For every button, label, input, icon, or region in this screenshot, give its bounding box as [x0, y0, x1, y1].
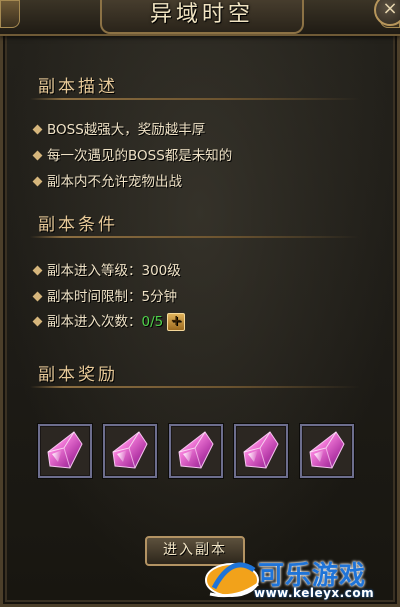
- pink-crystal-icon: [47, 431, 83, 469]
- close-icon: ×: [382, 0, 398, 19]
- condition-time-text: 副本时间限制：5分钟: [47, 289, 178, 305]
- description-item: BOSS越强大，奖励越丰厚: [32, 118, 206, 138]
- description-item: 副本内不允许宠物出战: [32, 170, 182, 190]
- reward-slot[interactable]: [103, 424, 157, 478]
- description-divider: [30, 98, 360, 100]
- add-entries-button[interactable]: +: [167, 313, 186, 331]
- condition-time: 副本时间限制：5分钟: [32, 285, 178, 305]
- rewards-divider: [30, 386, 360, 388]
- watermark-url: www.keleyx.com: [254, 586, 375, 600]
- bullet-icon: [32, 176, 43, 186]
- description-text: 每一次遇见的BOSS都是未知的: [47, 148, 233, 164]
- condition-level-text: 副本进入等级：300级: [47, 263, 181, 279]
- bullet-icon: [32, 291, 43, 301]
- description-text: BOSS越强大，奖励越丰厚: [47, 122, 206, 138]
- description-item: 每一次遇见的BOSS都是未知的: [32, 144, 233, 164]
- pink-crystal-icon: [112, 431, 148, 469]
- bullet-icon: [32, 316, 43, 326]
- reward-slots: [38, 424, 358, 480]
- plus-icon: +: [170, 313, 183, 329]
- reward-slot[interactable]: [234, 424, 288, 478]
- entries-count: 0/5: [141, 314, 164, 330]
- reward-slot[interactable]: [169, 424, 223, 478]
- pink-crystal-icon: [243, 431, 279, 469]
- reward-slot[interactable]: [300, 424, 354, 478]
- conditions-heading: 副本条件: [38, 215, 118, 235]
- condition-level: 副本进入等级：300级: [32, 259, 181, 279]
- bullet-icon: [32, 265, 43, 275]
- reward-slot[interactable]: [38, 424, 92, 478]
- title-bar-left-ornament: [0, 0, 20, 28]
- window-title: 异域时空: [149, 2, 254, 27]
- conditions-divider: [30, 236, 360, 238]
- condition-entries-label: 副本进入次数：: [47, 314, 142, 330]
- bullet-icon: [32, 124, 43, 134]
- condition-entries: 副本进入次数：0/5 +: [32, 310, 186, 331]
- bullet-icon: [32, 150, 43, 160]
- pink-crystal-icon: [309, 431, 345, 469]
- description-heading: 副本描述: [38, 77, 118, 97]
- pink-crystal-icon: [178, 431, 214, 469]
- description-text: 副本内不允许宠物出战: [47, 174, 182, 190]
- rewards-heading: 副本奖励: [38, 365, 118, 385]
